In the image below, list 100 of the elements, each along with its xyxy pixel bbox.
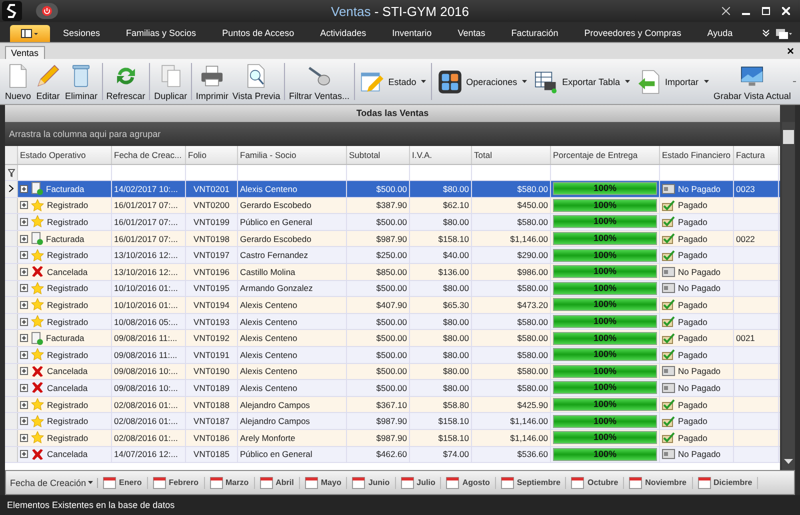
table-cell: $250.00 xyxy=(347,247,410,263)
ribbon-tab[interactable]: Proveedores y Compras xyxy=(571,28,694,42)
column-header[interactable]: Familia - Socio xyxy=(238,146,347,164)
expand-icon[interactable] xyxy=(20,300,28,309)
column-header[interactable]: Porcentaje de Entrega xyxy=(551,146,660,164)
toolbar-button[interactable]: Filtrar Ventas... xyxy=(286,59,352,104)
table-cell: Pagado xyxy=(678,333,708,344)
expand-icon[interactable] xyxy=(20,234,28,243)
row-selector[interactable] xyxy=(5,165,18,180)
ribbon-tab[interactable]: Puntos de Acceso xyxy=(209,28,308,42)
ribbon-tab[interactable]: Actividades xyxy=(307,28,380,42)
scrollbar-thumb[interactable] xyxy=(783,130,794,144)
table-row[interactable]: Registrado 10/08/2016 05:... VNT0193 Alexis Centeno $500.00 $80.00 $580.00 100% Pagado xyxy=(5,314,780,330)
table-row[interactable]: Registrado 16/01/2017 07:... VNT0200 Gerardo Escobedo $387.90 $62.10 $450.00 100% Pagado xyxy=(5,198,780,214)
ribbon-tab[interactable]: Facturación xyxy=(498,28,572,42)
filter-icon[interactable] xyxy=(8,168,14,176)
row-selector[interactable] xyxy=(5,181,18,197)
expand-icon[interactable] xyxy=(20,367,28,376)
month-button[interactable]: Junio xyxy=(347,476,396,488)
star-icon xyxy=(31,198,44,212)
toolbar-button[interactable]: Duplicar xyxy=(152,59,190,104)
toolbar-button[interactable]: Refrescar xyxy=(104,59,148,104)
month-button[interactable]: Agosto xyxy=(441,476,496,488)
toolbar-dropdown[interactable]: Estado xyxy=(356,59,430,104)
toolbar-dropdown[interactable]: Operaciones xyxy=(434,59,530,104)
month-button[interactable]: Marzo xyxy=(204,476,255,488)
column-header[interactable]: Fecha de Creac... xyxy=(112,146,186,164)
expand-icon[interactable] xyxy=(20,268,28,276)
expand-icon[interactable] xyxy=(20,384,28,392)
toolbar-button[interactable]: Vista Previa xyxy=(230,59,282,104)
table-row[interactable]: Registrado 02/08/2016 01:... VNT0188 Alejandro Campos $367.10 $58.80 $425.90 100% Pagado xyxy=(5,396,780,414)
expand-icon[interactable] xyxy=(20,400,28,409)
table-row[interactable]: Registrado 13/10/2016 12:... VNT0197 Castro Fernandez $250.00 $40.00 $290.00 100% Pagado xyxy=(5,247,780,264)
month-button[interactable]: Febrero xyxy=(148,476,205,488)
expand-icon[interactable] xyxy=(20,284,28,292)
column-header[interactable]: Folio xyxy=(186,146,238,164)
power-button[interactable] xyxy=(36,3,58,19)
column-header[interactable]: Estado Financiero xyxy=(660,146,734,164)
expand-icon[interactable] xyxy=(20,318,28,326)
expand-icon[interactable] xyxy=(20,417,28,426)
month-button[interactable]: Julio xyxy=(396,476,442,488)
scrollbar[interactable] xyxy=(782,122,795,470)
ribbon-tab[interactable]: Ventas xyxy=(444,28,498,42)
toolbar-button[interactable]: Grabar Vista Actual xyxy=(712,59,793,104)
month-button[interactable]: Mayo xyxy=(300,476,348,488)
toolbar-button[interactable]: Imprimir xyxy=(194,59,230,104)
table-row[interactable]: Cancelada 09/08/2016 10:... VNT0189 Alexis Centeno $500.00 $80.00 $580.00 100% No Pagado xyxy=(5,380,780,397)
table-cell: Pagado xyxy=(678,316,708,327)
toolbar-dropdown[interactable]: Importar xyxy=(632,59,712,104)
table-row[interactable]: Registrado 10/10/2016 01:... VNT0194 Alexis Centeno $407.90 $65.30 $473.20 100% Pagado xyxy=(5,297,780,314)
table-row[interactable]: Facturada 14/02/2017 10:... VNT0201 Alexis Centeno $500.00 $80.00 $580.00 100% No Pagado 0023 xyxy=(5,181,780,198)
column-header[interactable]: Estado Operativo xyxy=(18,146,112,164)
app-menu-button[interactable] xyxy=(10,25,50,42)
toolbar-dropdown[interactable]: Exportar Tabla xyxy=(530,59,633,104)
column-header[interactable]: Subtotal xyxy=(347,146,410,164)
close-icon[interactable] xyxy=(782,7,790,15)
month-button[interactable]: Septiembre xyxy=(496,476,566,488)
chevron-icon[interactable] xyxy=(762,29,770,37)
windows-icon[interactable] xyxy=(776,29,792,39)
table-row[interactable]: Cancelada 09/08/2016 10:... VNT0190 Alexis Centeno $500.00 $80.00 $580.00 100% No Pagado xyxy=(5,364,780,380)
table-row[interactable]: Cancelada 14/07/2016 12:... VNT0185 Público en General $462.60 $74.00 $536.60 100% No Pagado xyxy=(5,446,780,464)
month-button[interactable]: Diciembre xyxy=(692,476,758,488)
toolbar-button[interactable]: Eliminar xyxy=(63,59,100,104)
column-header[interactable]: I.V.A. xyxy=(410,146,472,164)
table-cell: Registrado xyxy=(47,300,88,310)
toolbar-button[interactable]: Editar xyxy=(33,59,64,104)
ribbon-tab[interactable]: Sesiones xyxy=(50,28,114,42)
expand-icon[interactable] xyxy=(20,201,28,210)
expand-icon[interactable] xyxy=(20,434,28,442)
expand-icon[interactable] xyxy=(20,251,28,260)
month-button[interactable]: Octubre xyxy=(566,476,624,488)
ribbon-tab[interactable]: Familias y Socios xyxy=(113,28,210,42)
ribbon-tab[interactable]: Ayuda xyxy=(694,28,746,42)
table-row[interactable]: Registrado 02/08/2016 01:... VNT0186 Arely Monforte $987.90 $158.10 $1,146.00 100% Pagado xyxy=(5,430,780,446)
expand-icon[interactable] xyxy=(20,184,28,193)
column-header[interactable]: Total xyxy=(472,146,551,164)
expand-icon[interactable] xyxy=(20,334,28,342)
month-button[interactable]: Noviembre xyxy=(624,476,693,488)
table-row[interactable]: Facturada 16/01/2017 07:... VNT0198 Gerardo Escobedo $987.90 $158.10 $1,146.00 100% Pagado 0022 xyxy=(5,230,780,248)
expand-icon[interactable] xyxy=(20,450,28,458)
table-cell: Registrado xyxy=(47,200,88,210)
ribbon-tab[interactable]: Inventario xyxy=(379,28,445,42)
document-tab[interactable]: Ventas xyxy=(5,46,45,59)
month-button[interactable]: Abril xyxy=(254,476,300,488)
expand-icon[interactable] xyxy=(20,350,28,359)
table-row[interactable]: Registrado 09/08/2016 11:... VNT0191 Alexis Centeno $500.00 $80.00 $580.00 100% Pagado xyxy=(5,346,780,364)
close-button[interactable]: × xyxy=(786,44,794,58)
table-row[interactable]: Cancelada 13/10/2016 12:... VNT0196 Castillo Molina $850.00 $136.00 $986.00 100% No Pagado xyxy=(5,264,780,281)
expand-icon[interactable] xyxy=(20,218,28,226)
table-row[interactable]: Facturada 09/08/2016 11:... VNT0192 Alexis Centeno $500.00 $80.00 $580.00 100% Pagado 0021 xyxy=(5,330,780,347)
date-filter-dropdown[interactable]: Fecha de Creación xyxy=(6,478,98,488)
table-row[interactable]: Registrado 16/01/2017 07:... VNT0199 Público en General $500.00 $80.00 $580.00 100% Pagado xyxy=(5,214,780,231)
table-row[interactable]: Registrado 10/10/2016 01:... VNT0195 Armando Gonzalez $500.00 $80.00 $580.00 100% No Pagado xyxy=(5,280,780,298)
maximize-icon[interactable] xyxy=(762,7,770,15)
toolbar-button[interactable]: Nuevo xyxy=(3,59,34,104)
down-arrow-icon[interactable] xyxy=(784,459,793,464)
table-row[interactable]: Registrado 02/08/2016 01:... VNT0187 Alejandro Campos $987.90 $158.10 $1,146.00 100% Pagado xyxy=(5,413,780,430)
caret-icon xyxy=(624,80,630,83)
column-header[interactable]: Factura xyxy=(734,146,779,164)
month-button[interactable]: Enero xyxy=(98,476,148,488)
